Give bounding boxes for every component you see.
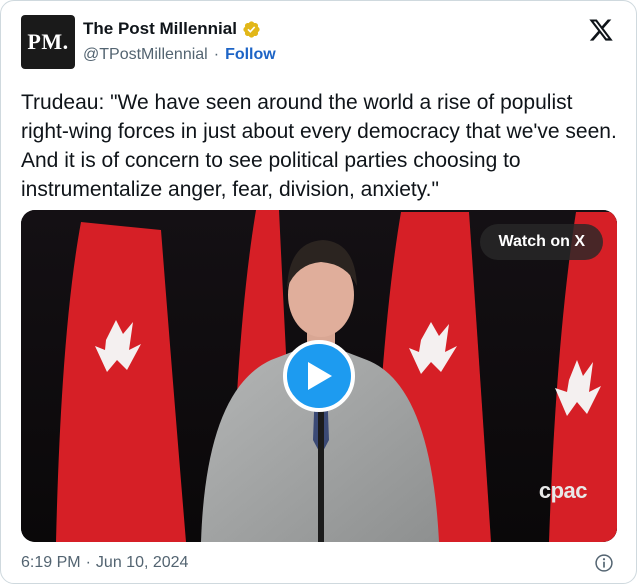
separator-dot: · [85,554,91,571]
author-name-row: The Post Millennial [83,19,261,39]
handle-row: @TPostMillennial · Follow [83,46,276,64]
info-icon[interactable] [594,553,614,573]
tweet-time: 6:19 PM [21,554,81,571]
tweet-timestamp[interactable]: 6:19 PM · Jun 10, 2024 [21,554,188,572]
verified-badge-icon [243,20,260,38]
author-name[interactable]: The Post Millennial [83,19,237,39]
tweet-text: Trudeau: "We have seen around the world … [21,91,617,201]
cpac-watermark: cpac [538,478,588,503]
watch-on-x-button[interactable]: Watch on X [480,224,603,260]
video-player[interactable]: Watch on X cpac [21,210,617,542]
author-handle[interactable]: @TPostMillennial [83,46,208,64]
play-button[interactable] [283,340,355,412]
avatar[interactable]: PM. [21,15,75,69]
follow-button[interactable]: Follow [225,46,276,64]
tweet-card: PM. The Post Millennial @TPostMillennial… [0,0,637,584]
separator-dot: · [213,46,220,63]
tweet-date: Jun 10, 2024 [95,554,189,571]
play-icon [308,362,332,390]
x-logo-icon[interactable] [588,17,614,43]
